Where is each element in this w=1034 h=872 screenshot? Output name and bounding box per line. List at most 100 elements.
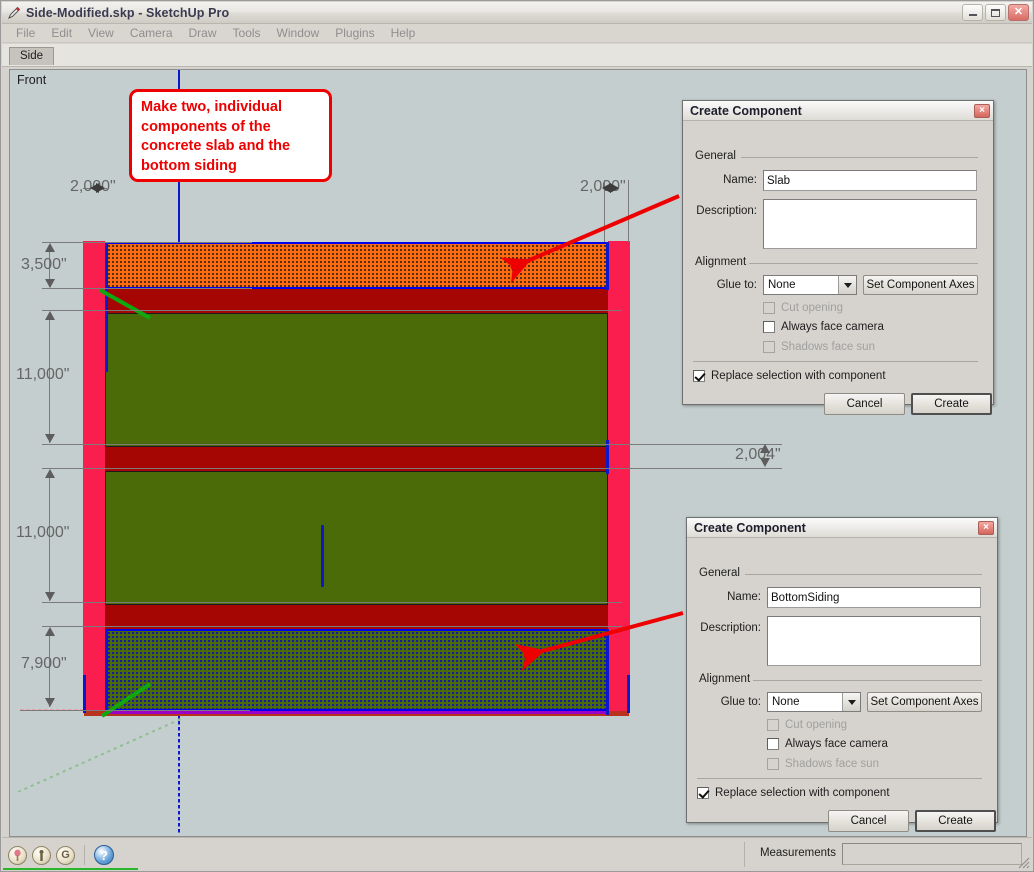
help-icon[interactable]: ? bbox=[94, 845, 114, 865]
menu-edit[interactable]: Edit bbox=[43, 25, 80, 41]
dim-arrow-right bbox=[610, 183, 619, 193]
selection-edge bbox=[606, 242, 609, 290]
glue-to-value: None bbox=[772, 696, 800, 708]
name-input[interactable] bbox=[763, 170, 977, 191]
dialog-titlebar[interactable]: Create Component × bbox=[687, 518, 997, 538]
dialog-title: Create Component bbox=[690, 103, 802, 118]
menu-view[interactable]: View bbox=[80, 25, 122, 41]
location-pin-icon[interactable] bbox=[8, 845, 27, 865]
description-input[interactable] bbox=[767, 616, 981, 666]
checkbox-box[interactable] bbox=[697, 787, 709, 799]
always-face-camera-label: Always face camera bbox=[785, 738, 888, 750]
description-label: Description: bbox=[700, 622, 761, 634]
ground-line-purple bbox=[105, 711, 608, 714]
dim-arrow-up bbox=[45, 243, 55, 252]
resize-grip-icon[interactable] bbox=[1016, 855, 1030, 869]
checkbox-box bbox=[763, 341, 775, 353]
dim-label-bottom-siding: 7,900" bbox=[21, 655, 67, 672]
dim-ext-line bbox=[42, 626, 622, 627]
menu-file[interactable]: File bbox=[8, 25, 43, 41]
menu-plugins[interactable]: Plugins bbox=[327, 25, 382, 41]
dim-label-mid-band: 2,004" bbox=[735, 446, 781, 463]
maximize-button[interactable] bbox=[985, 4, 1006, 21]
set-component-axes-button[interactable]: Set Component Axes bbox=[867, 692, 982, 712]
dialog-divider bbox=[697, 778, 982, 779]
pencil-icon bbox=[6, 5, 22, 21]
minimize-button[interactable] bbox=[962, 4, 983, 21]
dim-arrow-down bbox=[45, 698, 55, 707]
create-component-dialog-bottom-siding[interactable]: Create Component × General Name: Descrip… bbox=[686, 517, 998, 832]
alignment-group-label: Alignment bbox=[695, 256, 751, 268]
dialog-divider bbox=[693, 361, 978, 362]
cancel-button[interactable]: Cancel bbox=[828, 810, 909, 832]
dialog-close-icon[interactable]: × bbox=[978, 520, 994, 535]
cut-opening-checkbox: Cut opening bbox=[767, 719, 847, 731]
google-g-icon[interactable]: G bbox=[56, 845, 75, 865]
create-button[interactable]: Create bbox=[911, 393, 992, 415]
status-accent-bar bbox=[3, 868, 138, 870]
measurements-input[interactable] bbox=[842, 843, 1022, 865]
annotation-line-4: bottom siding bbox=[141, 157, 237, 174]
glue-to-select[interactable]: None bbox=[767, 692, 861, 712]
green-axis-dotted bbox=[18, 718, 183, 792]
shadows-face-sun-label: Shadows face sun bbox=[781, 341, 875, 353]
name-input[interactable] bbox=[767, 587, 981, 608]
wall-upper[interactable] bbox=[105, 313, 608, 447]
dialog-close-icon[interactable]: × bbox=[974, 103, 990, 118]
dialog-titlebar[interactable]: Create Component × bbox=[683, 101, 993, 121]
wall-lower[interactable] bbox=[105, 471, 608, 605]
dim-arrow-up bbox=[45, 627, 55, 636]
set-component-axes-button[interactable]: Set Component Axes bbox=[863, 275, 978, 295]
menu-window[interactable]: Window bbox=[269, 25, 328, 41]
dim-ext-line bbox=[20, 710, 250, 711]
checkbox-box[interactable] bbox=[693, 370, 705, 382]
dialog-body: General Name: Description: Alignment Glu… bbox=[683, 121, 993, 415]
checkbox-box bbox=[767, 758, 779, 770]
general-group-rule bbox=[745, 574, 982, 575]
chevron-down-icon[interactable] bbox=[838, 276, 856, 294]
right-column[interactable] bbox=[608, 241, 630, 711]
dialog-title: Create Component bbox=[694, 520, 806, 535]
dim-arrow-down bbox=[45, 434, 55, 443]
glue-to-select[interactable]: None bbox=[763, 275, 857, 295]
checkbox-box bbox=[767, 719, 779, 731]
selection-edge bbox=[321, 525, 324, 587]
create-component-dialog-slab[interactable]: Create Component × General Name: Descrip… bbox=[682, 100, 994, 415]
green-axis-stub-lower bbox=[100, 682, 152, 718]
chevron-down-icon[interactable] bbox=[842, 693, 860, 711]
cancel-button[interactable]: Cancel bbox=[824, 393, 905, 415]
glue-to-label: Glue to: bbox=[716, 279, 757, 291]
checkbox-box[interactable] bbox=[763, 321, 775, 333]
bottom-siding-selected[interactable] bbox=[105, 629, 608, 711]
window-controls: ✕ bbox=[962, 4, 1032, 21]
close-button[interactable]: ✕ bbox=[1008, 4, 1029, 21]
dim-arrow-up bbox=[45, 469, 55, 478]
annotation-line-1: Make two, individual bbox=[141, 99, 282, 115]
dim-label-slab: 3,500" bbox=[21, 256, 67, 273]
dim-ext-line bbox=[42, 444, 782, 445]
replace-selection-checkbox[interactable]: Replace selection with component bbox=[693, 370, 886, 382]
annotation-line-2: components of the bbox=[141, 118, 271, 135]
concrete-slab-selected[interactable] bbox=[105, 242, 608, 289]
always-face-camera-checkbox[interactable]: Always face camera bbox=[763, 321, 884, 333]
dialog-body: General Name: Description: Alignment Glu… bbox=[687, 538, 997, 832]
menu-help[interactable]: Help bbox=[383, 25, 424, 41]
dim-ext-line bbox=[42, 468, 622, 469]
dim-arrow-down bbox=[45, 592, 55, 601]
menu-camera[interactable]: Camera bbox=[122, 25, 181, 41]
dim-label-upper-wall: 11,000" bbox=[16, 366, 70, 383]
always-face-camera-checkbox[interactable]: Always face camera bbox=[767, 738, 888, 750]
menu-draw[interactable]: Draw bbox=[181, 25, 225, 41]
measurements-label: Measurements bbox=[759, 847, 836, 859]
checkbox-box bbox=[763, 302, 775, 314]
scene-tab-side[interactable]: Side bbox=[9, 47, 55, 65]
checkbox-box[interactable] bbox=[767, 738, 779, 750]
create-button[interactable]: Create bbox=[915, 810, 996, 832]
person-icon[interactable] bbox=[32, 845, 51, 865]
dim-label-lower-wall: 11,000" bbox=[16, 524, 70, 541]
replace-selection-checkbox[interactable]: Replace selection with component bbox=[697, 787, 890, 799]
description-input[interactable] bbox=[763, 199, 977, 249]
general-group-label: General bbox=[695, 150, 740, 162]
menu-tools[interactable]: Tools bbox=[225, 25, 269, 41]
replace-selection-label: Replace selection with component bbox=[715, 787, 890, 799]
